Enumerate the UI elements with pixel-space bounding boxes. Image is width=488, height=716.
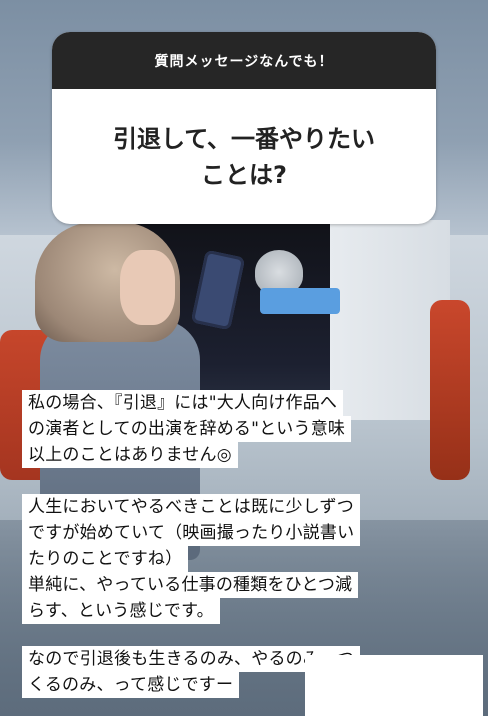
caption-line: 私の場合、『引退』には"大人向け作品へ — [22, 390, 344, 416]
caption-line: ですが始めていて（映画撮ったり小説書い — [22, 520, 361, 546]
question-sticker-body: 引退して、一番やりたい ことは? — [52, 89, 436, 224]
question-sticker[interactable]: 質問メッセージなんでも！ 引退して、一番やりたい ことは? — [52, 32, 436, 224]
question-text-line1: 引退して、一番やりたい — [112, 124, 376, 153]
caption-block-1: 私の場合、『引退』には"大人向け作品へ の演者としての出演を辞める"という意味 … — [22, 390, 352, 468]
caption-line: らす、という感じです。 — [22, 598, 220, 624]
caption-line: たりのことですね） — [22, 546, 189, 572]
question-sticker-header: 質問メッセージなんでも！ — [52, 32, 436, 89]
caption-line: 以上のことはありません◎ — [22, 442, 238, 468]
caption-block-2: 人生においてやるべきことは既に少しずつ ですが始めていて（映画撮ったり小説書い … — [22, 494, 361, 624]
caption-line: の演者としての出演を辞める"という意味 — [22, 416, 352, 442]
caption-line: くるのみ、って感じですー — [22, 672, 240, 698]
caption-line: 単純に、やっている仕事の種類をひとつ減 — [22, 572, 359, 598]
background-blue-object — [260, 288, 340, 314]
person-face — [120, 250, 175, 325]
caption-line: 人生においてやるべきことは既に少しずつ — [22, 494, 360, 520]
background-red-chair-right — [430, 300, 470, 480]
question-text-line2: ことは? — [201, 160, 287, 189]
redaction-box — [305, 655, 483, 716]
